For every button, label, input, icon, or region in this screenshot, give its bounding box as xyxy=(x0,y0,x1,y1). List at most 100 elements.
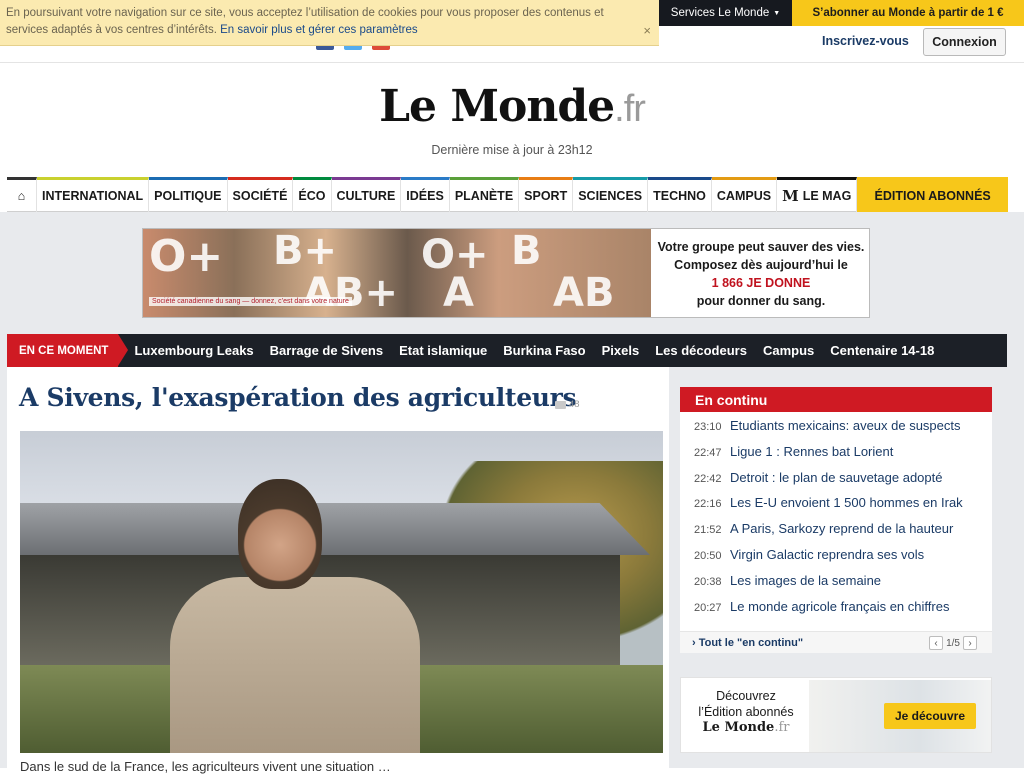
ad-line: Votre groupe peut sauver des vies. xyxy=(657,240,865,254)
ad-copy: Votre groupe peut sauver des vies. Compo… xyxy=(651,229,869,317)
trending-tag: EN CE MOMENT xyxy=(7,334,129,367)
comment-count[interactable]: 48 xyxy=(555,399,580,410)
last-update: Dernière mise à jour à 23h12 xyxy=(431,143,593,157)
caret-down-icon: ▼ xyxy=(773,9,781,17)
cookie-settings-link[interactable]: En savoir plus et gérer ces paramètres xyxy=(220,24,418,36)
live-feed-time: 23:10 xyxy=(694,421,722,433)
nav-item-campus[interactable]: CAMPUS xyxy=(711,177,778,212)
ad-phone: 1 866 JE DONNE xyxy=(711,276,811,290)
abonnes-promo[interactable]: Découvrez l’Édition abonnés Le Monde.fr … xyxy=(680,677,992,753)
blood-type-label: B xyxy=(511,228,542,274)
lead-article: A Sivens, l'exaspération des agriculteur… xyxy=(7,367,669,774)
trending-topic[interactable]: Pixels xyxy=(602,343,640,358)
live-feed-item: 20:38 Les images de la semaine xyxy=(680,573,992,599)
live-feed-time: 21:52 xyxy=(694,524,722,537)
nav-item-société[interactable]: SOCIÉTÉ xyxy=(227,177,294,212)
ad-banner[interactable]: O+ B+ AB+ O+ A B AB Société canadienne d… xyxy=(142,228,870,318)
live-feed-item: 20:50 Virgin Galactic reprendra ses vols xyxy=(680,547,992,573)
live-feed-item: 22:42 Detroit : le plan de sauvetage adop… xyxy=(680,470,992,496)
live-feed-link[interactable]: Le monde agricole français en chiffres xyxy=(730,599,949,614)
nav-item-edition-abonnes[interactable]: ÉDITION ABONNÉS xyxy=(857,177,1008,212)
ad-sponsor: Société canadienne du sang — donnez, c’e… xyxy=(149,297,352,306)
live-feed-item: 21:52 A Paris, Sarkozy reprend de la haut… xyxy=(680,521,992,547)
subscribe-button[interactable]: S’abonner au Monde à partir de 1 € xyxy=(792,0,1024,26)
promo-logo: Le Monde.fr xyxy=(691,720,801,736)
services-menu-button[interactable]: Services Le Monde ▼ xyxy=(659,0,792,26)
live-feed-link[interactable]: A Paris, Sarkozy reprend de la hauteur xyxy=(730,521,953,536)
nav-item-politique[interactable]: POLITIQUE xyxy=(149,177,228,212)
promo-cta-button[interactable]: Je découvre xyxy=(884,703,976,729)
home-icon[interactable]: ⌂ xyxy=(7,177,37,212)
site-logo[interactable]: Le Monde.fr xyxy=(0,83,1024,133)
photo-farmer xyxy=(170,479,420,753)
promo-logo-suffix: .fr xyxy=(774,720,790,735)
nav-item-sciences[interactable]: SCIENCES xyxy=(573,177,649,212)
page-indicator: 1/5 xyxy=(946,637,960,649)
trending-topic[interactable]: Barrage de Sivens xyxy=(270,343,383,358)
trending-topic[interactable]: Campus xyxy=(763,343,814,358)
blood-type-label: B+ xyxy=(273,228,338,274)
trending-bar: EN CE MOMENT Luxembourg Leaks Barrage de … xyxy=(7,334,1007,367)
blood-type-label: AB xyxy=(553,270,615,316)
trending-topic[interactable]: Centenaire 14-18 xyxy=(830,343,934,358)
nav-item-sport[interactable]: SPORT xyxy=(519,177,574,212)
promo-logo-text: Le Monde xyxy=(702,720,775,735)
live-feed-link[interactable]: Les images de la semaine xyxy=(730,573,881,588)
all-live-link[interactable]: › Tout le "en continu" xyxy=(692,637,803,649)
trending-topic[interactable]: Les décodeurs xyxy=(655,343,747,358)
blood-type-label: O+ xyxy=(421,232,489,278)
chevron-left-icon[interactable]: ‹ xyxy=(929,636,944,650)
chevron-right-icon[interactable]: › xyxy=(963,636,977,650)
nav-item-éco[interactable]: ÉCO xyxy=(293,177,332,212)
live-feed-time: 22:47 xyxy=(694,446,722,459)
live-feed-link[interactable]: Ligue 1 : Rennes bat Lorient xyxy=(730,444,893,459)
nav-item-le-mag[interactable]: M LE MAG xyxy=(777,177,858,212)
blood-type-label: O+ xyxy=(149,231,224,282)
live-feed-time: 22:42 xyxy=(694,472,722,485)
ad-line: Composez dès aujourd’hui le xyxy=(674,258,848,272)
trending-topic[interactable]: Luxembourg Leaks xyxy=(134,343,253,358)
nav-item-international[interactable]: INTERNATIONAL xyxy=(37,177,150,212)
logo-suffix: .fr xyxy=(614,88,646,130)
m-logo-icon: M xyxy=(782,187,799,205)
photo-farmer-body xyxy=(170,577,420,753)
login-button[interactable]: Connexion xyxy=(923,28,1006,56)
trending-topic[interactable]: Burkina Faso xyxy=(503,343,585,358)
live-feed-link[interactable]: Detroit : le plan de sauvetage adopté xyxy=(730,470,942,485)
live-feed-link[interactable]: Les E-U envoient 1 500 hommes en Irak xyxy=(730,495,963,510)
promo-text: Découvrez l’Édition abonnés Le Monde.fr xyxy=(691,688,801,736)
logo-text: Le Monde xyxy=(379,81,615,132)
live-feed-time: 20:27 xyxy=(694,601,722,614)
live-feed-item: 22:47 Ligue 1 : Rennes bat Lorient xyxy=(680,444,992,470)
live-feed-time: 20:38 xyxy=(694,575,722,588)
top-bar: En poursuivant votre navigation sur ce s… xyxy=(0,0,1024,62)
nav-item-label: LE MAG xyxy=(802,189,852,203)
nav-item-culture[interactable]: CULTURE xyxy=(331,177,402,212)
nav-item-idées[interactable]: IDÉES xyxy=(401,177,450,212)
article-headline[interactable]: A Sivens, l'exaspération des agriculteur… xyxy=(19,383,577,412)
live-feed-pager: ‹ 1/5 › xyxy=(929,636,977,650)
live-feed-time: 20:50 xyxy=(694,549,722,562)
main-nav: ⌂ INTERNATIONAL POLITIQUE SOCIÉTÉ ÉCO CULTUR… xyxy=(7,177,1008,212)
live-feed-link[interactable]: Etudiants mexicains: aveux de suspects xyxy=(730,418,961,433)
promo-line: l’Édition abonnés xyxy=(698,705,794,719)
live-feed-time: 22:16 xyxy=(694,498,722,511)
services-label: Services Le Monde xyxy=(670,7,770,19)
photo-farmer-head xyxy=(238,479,322,589)
nav-item-planète[interactable]: PLANÈTE xyxy=(449,177,520,212)
blood-type-label: A xyxy=(443,270,474,316)
article-photo[interactable] xyxy=(20,431,663,753)
signup-link[interactable]: Inscrivez-vous xyxy=(822,34,909,48)
live-feed-item: 22:16 Les E-U envoient 1 500 hommes en Ir… xyxy=(680,495,992,521)
trending-topic[interactable]: Etat islamique xyxy=(399,343,487,358)
live-feed-item: 23:10 Etudiants mexicains: aveux de suspe… xyxy=(680,418,992,444)
nav-item-techno[interactable]: TECHNO xyxy=(648,177,712,212)
comment-icon xyxy=(555,400,566,409)
masthead: Le Monde.fr Dernière mise à jour à 23h12 xyxy=(0,62,1024,180)
live-feed: En continu 23:10 Etudiants mexicains: ave… xyxy=(680,387,992,653)
live-feed-link[interactable]: Virgin Galactic reprendra ses vols xyxy=(730,547,924,562)
close-icon[interactable]: × xyxy=(643,22,651,39)
article-teaser: Dans le sud de la France, les agriculteu… xyxy=(20,759,391,774)
blood-type-label: AB+ xyxy=(303,270,398,316)
ad-line: pour donner du sang. xyxy=(696,294,826,308)
